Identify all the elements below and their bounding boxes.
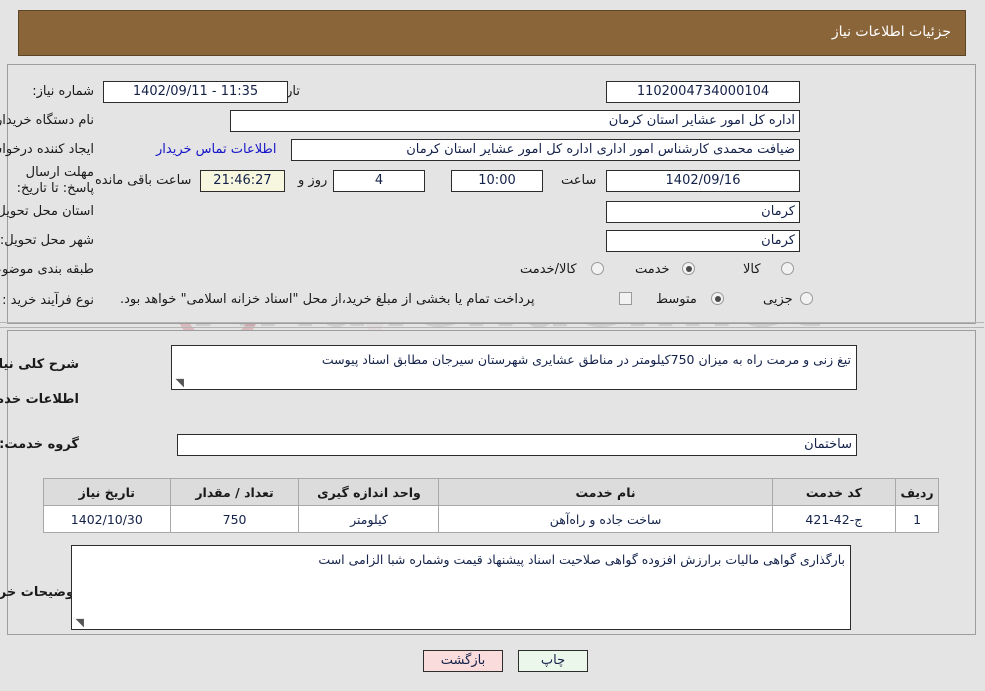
cell-unit: کیلومتر [299, 505, 441, 533]
radio-category-service-label: خدمت [636, 262, 671, 277]
need-number-value: 1102004734000104 [607, 81, 801, 103]
radio-category-goods-service[interactable] [592, 262, 605, 275]
radio-category-goods-label: کالا [744, 262, 762, 277]
col-header-row-no: ردیف [896, 478, 940, 506]
cell-need-date: 1402/10/30 [44, 505, 172, 533]
islamic-treasury-text: پرداخت تمام یا بخشی از مبلغ خرید،از محل … [121, 292, 536, 307]
checkbox-islamic-treasury-bonds[interactable] [620, 292, 633, 305]
buyer-org-value: اداره کل امور عشایر استان کرمان [231, 110, 801, 132]
delivery-province-value: کرمان [607, 201, 801, 223]
service-group-label: گروه خدمت: [0, 437, 80, 452]
need-info-panel [8, 64, 977, 324]
cell-service-code: ج-42-421 [772, 505, 898, 533]
need-description-textarea[interactable]: تیغ زنی و مرمت راه به میزان 750کیلومتر د… [172, 345, 858, 390]
divider-2 [0, 327, 985, 328]
services-table: ردیف کد خدمت نام خدمت واحد اندازه گیری ت… [44, 478, 940, 533]
page-title: جزئیات اطلاعات نیاز [832, 24, 952, 40]
back-button[interactable]: بازگشت [424, 650, 504, 672]
buyer-notes-label: توضیحات خریدار: [0, 585, 80, 600]
resize-grip-icon-2[interactable]: ◥ [75, 617, 85, 628]
cell-quantity: 750 [170, 505, 301, 533]
deadline-time-value: 10:00 [452, 170, 544, 192]
service-group-value: ساختمان [178, 434, 858, 456]
table-row: 1 ج-42-421 ساخت جاده و راه‌آهن کیلومتر 7… [44, 505, 940, 533]
page-root: AriaTender.net جزئیات اطلاعات نیاز شماره… [0, 0, 985, 691]
need-description-value: تیغ زنی و مرمت راه به میزان 750کیلومتر د… [322, 352, 852, 367]
radio-category-goods-service-label: کالا/خدمت [521, 262, 578, 277]
remaining-days-value: 4 [334, 170, 426, 192]
page-header: جزئیات اطلاعات نیاز [19, 10, 967, 56]
cell-service-name: ساخت جاده و راه‌آهن [439, 505, 774, 533]
divider-1 [0, 322, 985, 323]
buyer-notes-value: بارگذاری گواهی مالیات برارزش افزوده گواه… [319, 552, 846, 567]
deadline-date-value: 1402/09/16 [607, 170, 801, 192]
countdown-suffix-label: ساعت باقی مانده [96, 173, 193, 188]
print-button[interactable]: چاپ [519, 650, 589, 672]
radio-category-service[interactable] [683, 262, 696, 275]
col-header-service-name: نام خدمت [439, 478, 774, 506]
table-header-row: ردیف کد خدمت نام خدمت واحد اندازه گیری ت… [44, 478, 940, 506]
col-header-need-date: تاریخ نیاز [44, 478, 172, 506]
delivery-city-value: کرمان [607, 230, 801, 252]
buyer-notes-textarea[interactable]: بارگذاری گواهی مالیات برارزش افزوده گواه… [72, 545, 852, 630]
radio-category-goods[interactable] [782, 262, 795, 275]
deadline-hour-label: ساعت [562, 173, 598, 188]
deadline-label: مهلت ارسال پاسخ: تا تاریخ: [17, 165, 95, 196]
col-header-service-code: کد خدمت [772, 478, 898, 506]
cell-row-no: 1 [896, 505, 940, 533]
radio-process-minor[interactable] [801, 292, 814, 305]
announce-datetime-value: 11:35 - 1402/09/11 [104, 81, 289, 103]
radio-process-minor-label: جزیی [764, 292, 794, 307]
buyer-contact-link[interactable]: اطلاعات تماس خریدار [157, 142, 277, 157]
remaining-days-unit: روز و [299, 173, 329, 188]
delivery-province-label: استان محل تحویل: [0, 204, 95, 219]
requester-value: ضیافت محمدی کارشناس امور اداری اداره کل … [292, 139, 801, 161]
col-header-unit: واحد اندازه گیری [299, 478, 441, 506]
subject-category-label: طبقه بندی موضوعی: [0, 262, 95, 277]
purchase-process-label: نوع فرآیند خرید : [3, 293, 95, 308]
requester-label: ایجاد کننده درخواست: [0, 142, 95, 157]
countdown-value: 21:46:27 [201, 170, 286, 192]
buyer-org-label: نام دستگاه خریدار: [0, 113, 95, 128]
need-description-label: شرح کلی نیاز: [0, 357, 80, 372]
resize-grip-icon[interactable]: ◥ [175, 377, 185, 388]
services-section-heading: اطلاعات خدمات مورد نیاز [0, 392, 80, 407]
radio-process-medium-label: متوسط [657, 292, 698, 307]
col-header-quantity: تعداد / مقدار [170, 478, 301, 506]
delivery-city-label: شهر محل تحویل: [0, 233, 95, 248]
radio-process-medium[interactable] [712, 292, 725, 305]
need-number-label: شماره نیاز: [33, 84, 95, 99]
